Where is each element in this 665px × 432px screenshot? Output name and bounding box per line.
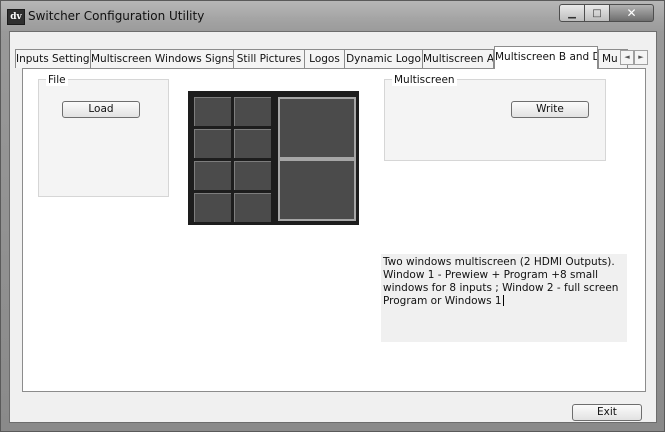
program-window bbox=[278, 159, 356, 221]
tab-dynamic-logo[interactable]: Dynamic Logo bbox=[344, 49, 423, 68]
tab-scroll-right-icon[interactable]: ► bbox=[634, 50, 648, 65]
text-cursor bbox=[502, 295, 504, 306]
maximize-icon: □ bbox=[592, 7, 602, 19]
small-window-1 bbox=[194, 97, 231, 126]
tab-still-pictures[interactable]: Still Pictures bbox=[233, 49, 305, 68]
small-window-2 bbox=[234, 97, 271, 126]
file-group-legend: File bbox=[46, 74, 68, 86]
tab-scroll-left-icon[interactable]: ◄ bbox=[620, 50, 634, 65]
small-window-6 bbox=[234, 161, 271, 190]
app-window: dv Switcher Configuration Utility ▁ □ ✕ … bbox=[0, 0, 665, 432]
description-textbox[interactable]: Two windows multiscreen (2 HDMI Outputs)… bbox=[381, 254, 627, 342]
multiscreen-group-legend: Multiscreen bbox=[392, 74, 457, 86]
write-button[interactable]: Write bbox=[511, 101, 589, 118]
tab-multiscreen-b-and-d[interactable]: Multiscreen B and D bbox=[494, 46, 598, 69]
exit-button[interactable]: Exit bbox=[572, 404, 642, 421]
minimize-button[interactable]: ▁ bbox=[559, 4, 585, 22]
small-window-4 bbox=[234, 129, 271, 158]
description-text: Two windows multiscreen (2 HDMI Outputs)… bbox=[383, 256, 619, 307]
close-button[interactable]: ✕ bbox=[609, 4, 654, 22]
minimize-icon: ▁ bbox=[568, 7, 576, 19]
multiscreen-layout-preview bbox=[188, 91, 359, 225]
preview-window bbox=[278, 97, 356, 159]
file-group: File Load bbox=[38, 74, 169, 197]
small-window-8 bbox=[234, 193, 271, 222]
title-bar[interactable]: dv Switcher Configuration Utility ▁ □ ✕ bbox=[1, 1, 664, 31]
tab-inputs-settings[interactable]: Inputs Settings bbox=[15, 49, 91, 68]
maximize-button[interactable]: □ bbox=[584, 4, 610, 22]
tab-multiscreen-windows-signs[interactable]: Multiscreen Windows Signs bbox=[90, 49, 234, 68]
load-button[interactable]: Load bbox=[62, 101, 140, 118]
tab-multiscreen-a[interactable]: Multiscreen A bbox=[422, 49, 494, 68]
tab-strip: Inputs Settings Multiscreen Windows Sign… bbox=[10, 46, 656, 69]
app-icon: dv bbox=[7, 9, 25, 25]
tab-logos[interactable]: Logos bbox=[304, 49, 345, 68]
window-title: Switcher Configuration Utility bbox=[28, 9, 205, 23]
small-window-7 bbox=[194, 193, 231, 222]
multiscreen-group: Multiscreen Write bbox=[384, 74, 606, 161]
close-icon: ✕ bbox=[626, 6, 637, 20]
client-area: Inputs Settings Multiscreen Windows Sign… bbox=[9, 31, 657, 423]
small-window-3 bbox=[194, 129, 231, 158]
small-window-5 bbox=[194, 161, 231, 190]
